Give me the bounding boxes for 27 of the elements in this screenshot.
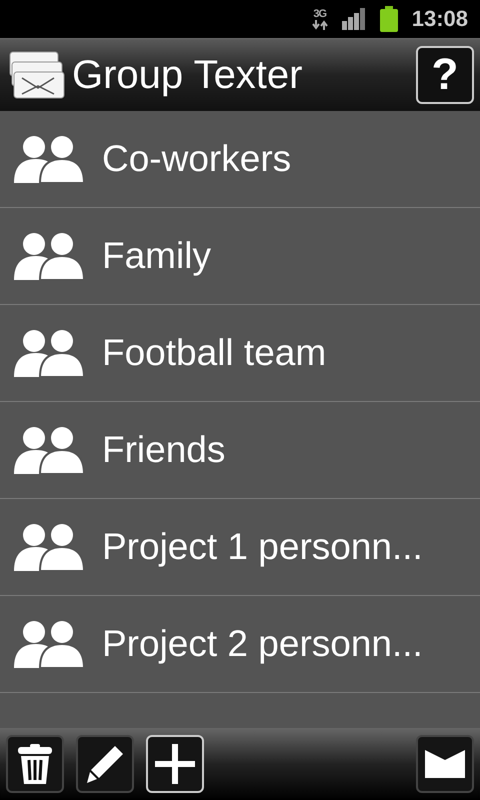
clock-time: 13:08 [412, 6, 468, 32]
group-name: Family [102, 235, 211, 277]
signal-icon [342, 8, 366, 30]
group-icon [12, 620, 84, 668]
group-name: Project 1 personn... [102, 526, 423, 568]
group-name: Co-workers [102, 138, 292, 180]
group-name: Project 2 personn... [102, 623, 423, 665]
group-icon [12, 329, 84, 377]
add-button[interactable] [146, 735, 204, 793]
envelope-icon [425, 750, 465, 778]
group-name: Friends [102, 429, 226, 471]
edit-button[interactable] [76, 735, 134, 793]
group-icon [12, 135, 84, 183]
network-indicator: 3G [312, 8, 328, 30]
battery-icon [380, 6, 398, 32]
group-icon [12, 232, 84, 280]
pencil-icon [85, 744, 125, 784]
group-icon [12, 523, 84, 571]
plus-icon [155, 744, 195, 784]
app-title: Group Texter [72, 52, 304, 98]
group-icon [12, 426, 84, 474]
send-button[interactable] [416, 735, 474, 793]
trash-icon [17, 744, 53, 784]
group-name: Football team [102, 332, 326, 374]
delete-button[interactable] [6, 735, 64, 793]
help-button[interactable]: ? [416, 46, 474, 104]
envelopes-icon [8, 50, 66, 100]
